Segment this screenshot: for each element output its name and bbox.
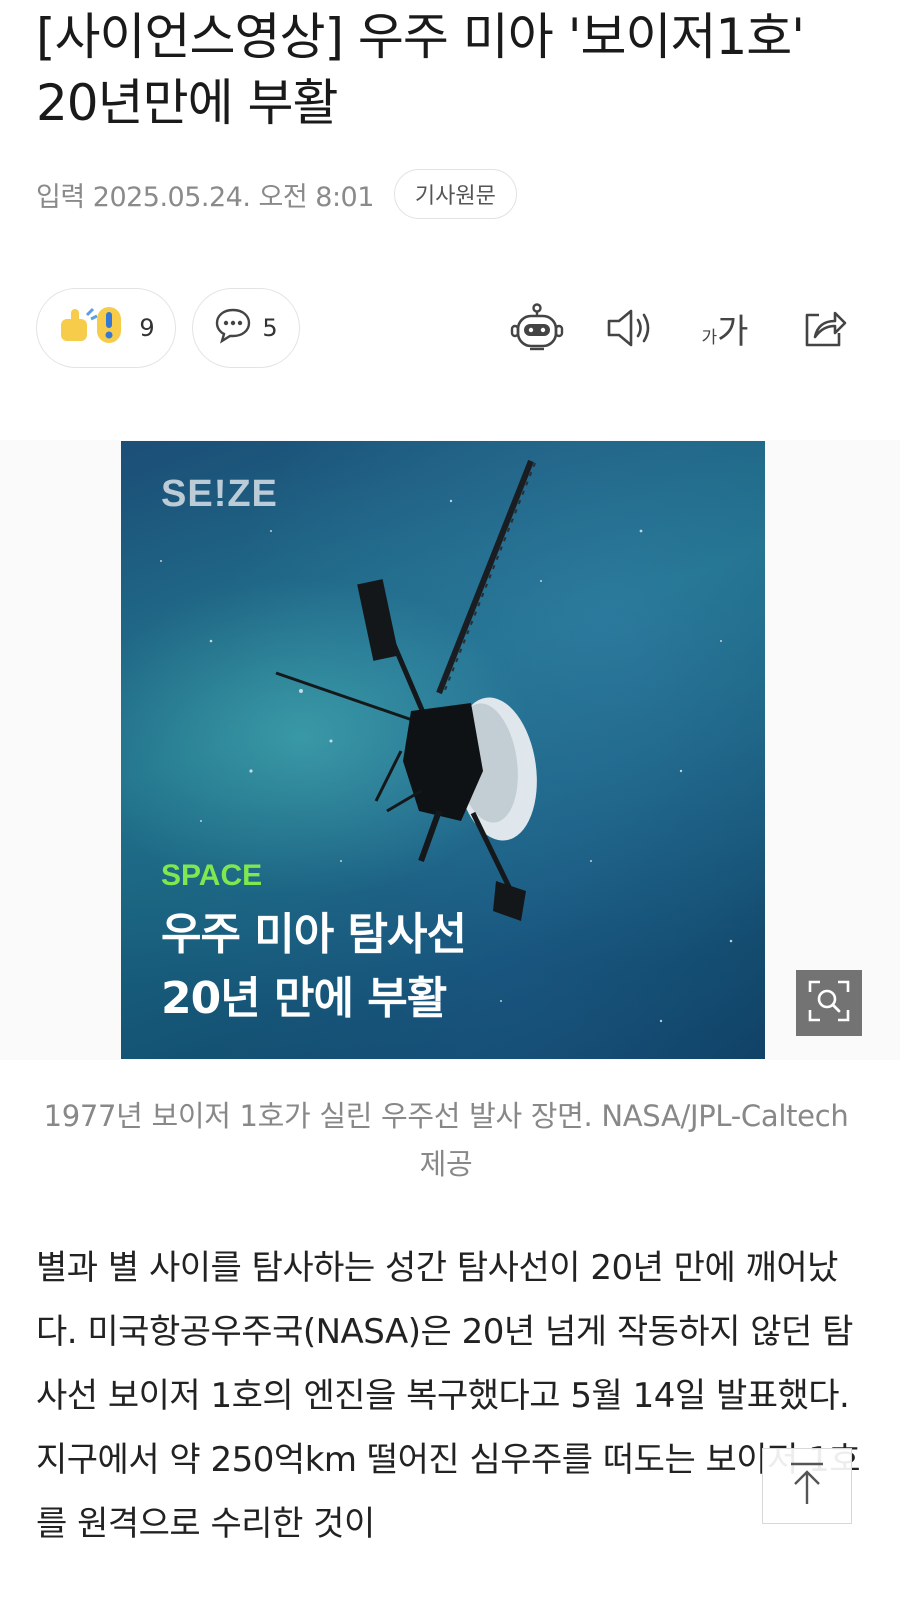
- article-title: [사이언스영상] 우주 미아 '보이저1호' 20년만에 부활: [36, 8, 805, 132]
- reaction-count: 9: [139, 314, 155, 342]
- brand-logo: SE!ZE: [161, 473, 278, 515]
- comment-count: 5: [262, 314, 278, 342]
- space-tag: SPACE: [161, 859, 263, 892]
- font-size-button[interactable]: 가가: [695, 298, 755, 358]
- font-size-large-label: 가: [717, 312, 749, 351]
- reaction-icon: [57, 303, 129, 353]
- article-photo[interactable]: SE!ZE SPACE 우주 미아 탐사선 20년 만에 부활: [121, 441, 765, 1059]
- photo-headline-line2: 20년 만에 부활: [161, 973, 447, 1024]
- scroll-top-icon: [787, 1460, 827, 1512]
- article-meta: 입력 2025.05.24. 오전 8:01 기사원문: [36, 168, 517, 220]
- share-icon: [801, 307, 847, 349]
- photo-headline: 우주 미아 탐사선 20년 만에 부활: [161, 903, 721, 1031]
- photo-headline-line1: 우주 미아 탐사선: [161, 909, 467, 960]
- share-button[interactable]: [794, 298, 854, 358]
- publish-date: 입력 2025.05.24. 오전 8:01: [36, 181, 374, 213]
- photo-caption: 1977년 보이저 1호가 실린 우주선 발사 장면. NASA/JPL-Cal…: [43, 1099, 849, 1181]
- zoom-icon: [806, 978, 852, 1028]
- ai-summary-icon: [510, 303, 564, 353]
- comment-icon: [214, 306, 252, 350]
- comment-button[interactable]: 5: [192, 288, 300, 368]
- ai-summary-button[interactable]: [507, 298, 567, 358]
- original-article-button[interactable]: 기사원문: [393, 169, 517, 219]
- scroll-top-button[interactable]: [762, 1448, 852, 1524]
- font-size-icon: 가가: [702, 304, 749, 353]
- article-body: 별과 별 사이를 탐사하는 성간 탐사선이 20년 만에 깨어났다. 미국항공우…: [36, 1248, 861, 1544]
- text-to-speech-button[interactable]: [600, 298, 660, 358]
- font-size-small-label: 가: [701, 327, 718, 347]
- zoom-image-button[interactable]: [796, 970, 862, 1036]
- reaction-button[interactable]: 9: [36, 288, 176, 368]
- speaker-icon: [605, 307, 655, 349]
